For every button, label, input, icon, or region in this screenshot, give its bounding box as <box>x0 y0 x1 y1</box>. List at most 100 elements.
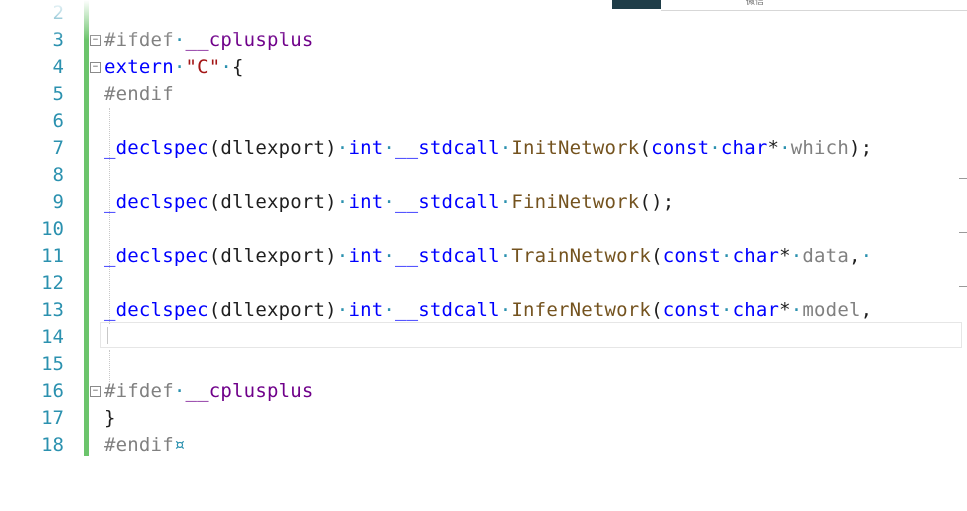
code-token: · <box>173 56 186 78</box>
code-text[interactable]: #endif¤ <box>104 432 185 459</box>
code-token: int <box>348 191 384 213</box>
code-token: _declspec <box>104 299 209 321</box>
code-token: · <box>499 191 512 213</box>
code-token: (dllexport) <box>208 191 337 213</box>
line-number: 9 <box>52 191 64 213</box>
code-text[interactable]: _declspec(dllexport)·int·__stdcall·Train… <box>104 243 872 270</box>
line-number: 10 <box>41 218 64 240</box>
code-token: __stdcall <box>395 191 500 213</box>
code-token: } <box>104 407 116 429</box>
code-text[interactable]: _declspec(dllexport)·int·__stdcall·InitN… <box>104 135 872 162</box>
code-token: ); <box>848 137 873 159</box>
code-line[interactable]: 8 <box>0 162 967 189</box>
code-token: char <box>732 245 780 267</box>
line-number: 18 <box>41 434 64 456</box>
code-token: which <box>790 137 849 159</box>
code-token: · <box>336 299 349 321</box>
code-token: const <box>662 245 721 267</box>
code-token: InitNetwork <box>511 137 640 159</box>
code-token: · <box>336 137 349 159</box>
code-line[interactable]: 5 #endif <box>0 81 967 108</box>
code-token: __stdcall <box>395 299 500 321</box>
code-line[interactable]: 9 _declspec(dllexport)·int·__stdcall·Fini… <box>0 189 967 216</box>
code-token: · <box>173 29 186 51</box>
code-line[interactable]: 4− extern·"C"·{ <box>0 54 967 81</box>
code-token: int <box>348 299 384 321</box>
code-text[interactable]: #ifdef·__cplusplus <box>104 378 314 405</box>
code-token: model <box>802 299 861 321</box>
fold-toggle-icon[interactable]: − <box>90 35 101 46</box>
code-token: · <box>383 191 395 213</box>
code-token: ( <box>651 245 663 267</box>
code-token: · <box>383 245 395 267</box>
code-token: _declspec <box>104 137 209 159</box>
edge-marker <box>959 286 967 287</box>
code-token: · <box>779 137 791 159</box>
code-line[interactable]: 12 <box>0 270 967 297</box>
code-text[interactable]: #endif <box>104 81 174 108</box>
line-number: 7 <box>52 137 64 159</box>
code-token: · <box>790 245 803 267</box>
code-token: __stdcall <box>395 137 500 159</box>
code-token: __stdcall <box>395 245 500 267</box>
code-text[interactable]: } <box>104 405 116 432</box>
code-token: * <box>779 245 791 267</box>
code-line[interactable]: 14 <box>0 324 967 351</box>
code-token: · <box>720 245 733 267</box>
line-number: 4 <box>52 56 64 78</box>
code-token: ( <box>639 137 652 159</box>
line-number: 11 <box>41 245 64 267</box>
code-line[interactable]: 11 _declspec(dllexport)·int·__stdcall·Tra… <box>0 243 967 270</box>
code-token: "C" <box>185 56 221 78</box>
code-text[interactable]: extern·"C"·{ <box>104 54 244 81</box>
code-token: · <box>790 299 803 321</box>
code-line[interactable]: 7 _declspec(dllexport)·int·__stdcall·Init… <box>0 135 967 162</box>
code-token: * <box>767 137 780 159</box>
code-token: , <box>860 299 873 321</box>
code-token: · <box>709 137 721 159</box>
edge-marker <box>959 178 967 179</box>
code-token: FiniNetwork <box>511 191 640 213</box>
code-line[interactable]: 10 <box>0 216 967 243</box>
line-number: 6 <box>52 110 64 132</box>
code-text[interactable]: _declspec(dllexport)·int·__stdcall·FiniN… <box>104 189 674 216</box>
line-number: 5 <box>52 83 64 105</box>
code-token: · <box>220 56 233 78</box>
code-token: const <box>662 299 721 321</box>
line-number: 14 <box>41 326 64 348</box>
code-line[interactable]: 15 <box>0 351 967 378</box>
code-token: _declspec <box>104 245 209 267</box>
code-text[interactable]: #ifdef·__cplusplus <box>104 27 314 54</box>
code-token: ¤ <box>173 434 186 456</box>
code-text[interactable]: _declspec(dllexport)·int·__stdcall·Infer… <box>104 297 872 324</box>
code-line[interactable]: 3 − #ifdef·__cplusplus <box>0 27 967 54</box>
code-line[interactable]: 13 _declspec(dllexport)·int·__stdcall·Inf… <box>0 297 967 324</box>
code-token: · <box>173 380 186 402</box>
code-line[interactable]: 6 <box>0 108 967 135</box>
code-token: TrainNetwork <box>511 245 652 267</box>
code-editor[interactable]: 2 3− #ifdef·__cplusplus 4− extern·"C"·{5 #end… <box>0 0 967 511</box>
code-token: _declspec <box>104 191 209 213</box>
code-token: InferNetwork <box>511 299 652 321</box>
code-token: · <box>383 137 395 159</box>
code-line[interactable]: 17} <box>0 405 967 432</box>
code-token: char <box>720 137 768 159</box>
fold-toggle-icon[interactable]: − <box>90 386 101 397</box>
code-token: · <box>499 299 512 321</box>
code-line[interactable]: 18 #endif¤ <box>0 432 967 459</box>
code-token: { <box>232 56 244 78</box>
fold-toggle-icon[interactable]: − <box>90 62 101 73</box>
code-token: , <box>848 245 861 267</box>
code-line[interactable]: 16 − #ifdef·__cplusplus <box>0 378 967 405</box>
code-token: (dllexport) <box>208 137 337 159</box>
code-token: extern <box>104 56 174 78</box>
code-token: int <box>348 245 384 267</box>
code-token: __cplusplus <box>185 380 314 402</box>
code-token: ( <box>651 299 663 321</box>
code-token: · <box>860 245 873 267</box>
overlay-window-label: 微信 <box>746 0 765 7</box>
overlay-thumbnail <box>612 0 661 9</box>
overlay-window-bar[interactable]: 微信 <box>661 0 967 11</box>
code-token: · <box>383 299 395 321</box>
code-token: · <box>720 299 733 321</box>
